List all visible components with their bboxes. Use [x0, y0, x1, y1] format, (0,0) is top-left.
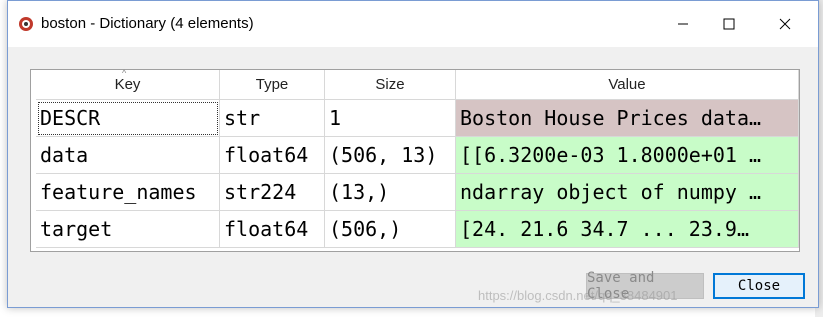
row-value[interactable]: [[6.3200e-03 1.8000e+01 … — [455, 136, 799, 174]
sort-ascending-icon: ^ — [122, 68, 127, 78]
dictionary-dialog: boston - Dictionary (4 elements) ^ Key T… — [7, 0, 819, 308]
row-key[interactable]: data — [36, 136, 220, 174]
table-row[interactable]: data float64 (506, 13) [[6.3200e-03 1.80… — [36, 136, 799, 174]
title-bar[interactable]: boston - Dictionary (4 elements) — [8, 1, 818, 47]
row-size[interactable]: (13,) — [324, 173, 456, 211]
header-value[interactable]: Value — [455, 70, 799, 100]
row-size[interactable]: (506, 13) — [324, 136, 456, 174]
dictionary-table: ^ Key Type Size Value DESCR str 1 Boston… — [36, 68, 799, 248]
header-type[interactable]: Type — [219, 70, 325, 100]
row-type[interactable]: float64 — [219, 136, 325, 174]
table-row[interactable]: target float64 (506,) [24. 21.6 34.7 ...… — [36, 210, 799, 248]
table-row[interactable]: DESCR str 1 Boston House Prices data… — [36, 99, 799, 137]
spyder-app-icon — [18, 16, 34, 32]
close-button[interactable]: Close — [713, 273, 805, 299]
window-close-button[interactable] — [752, 1, 818, 47]
row-size[interactable]: (506,) — [324, 210, 456, 248]
header-size-label: Size — [375, 76, 405, 93]
header-key[interactable]: ^ Key — [36, 68, 220, 100]
table-header-row: ^ Key Type Size Value — [36, 68, 799, 100]
header-key-label: Key — [114, 76, 141, 93]
row-size[interactable]: 1 — [324, 99, 456, 137]
row-type[interactable]: float64 — [219, 210, 325, 248]
row-type[interactable]: str — [219, 99, 325, 137]
row-type[interactable]: str224 — [219, 173, 325, 211]
close-icon — [779, 18, 791, 30]
header-size[interactable]: Size — [324, 70, 456, 100]
minimize-icon — [678, 23, 688, 25]
row-value[interactable]: Boston House Prices data… — [455, 99, 799, 137]
row-value[interactable]: ndarray object of numpy … — [455, 173, 799, 211]
maximize-icon — [723, 18, 735, 30]
window-title: boston - Dictionary (4 elements) — [41, 15, 254, 32]
row-key[interactable]: DESCR — [36, 99, 220, 137]
header-value-label: Value — [608, 76, 646, 93]
maximize-button[interactable] — [706, 1, 752, 47]
table-row[interactable]: feature_names str224 (13,) ndarray objec… — [36, 173, 799, 211]
row-key[interactable]: target — [36, 210, 220, 248]
row-value[interactable]: [24. 21.6 34.7 ... 23.9… — [455, 210, 799, 248]
row-key[interactable]: feature_names — [36, 173, 220, 211]
dictionary-table-frame: ^ Key Type Size Value DESCR str 1 Boston… — [30, 68, 800, 252]
minimize-button[interactable] — [660, 1, 706, 47]
header-type-label: Type — [255, 76, 289, 93]
watermark: https://blog.csdn.net/qq_38484901 — [478, 288, 678, 303]
